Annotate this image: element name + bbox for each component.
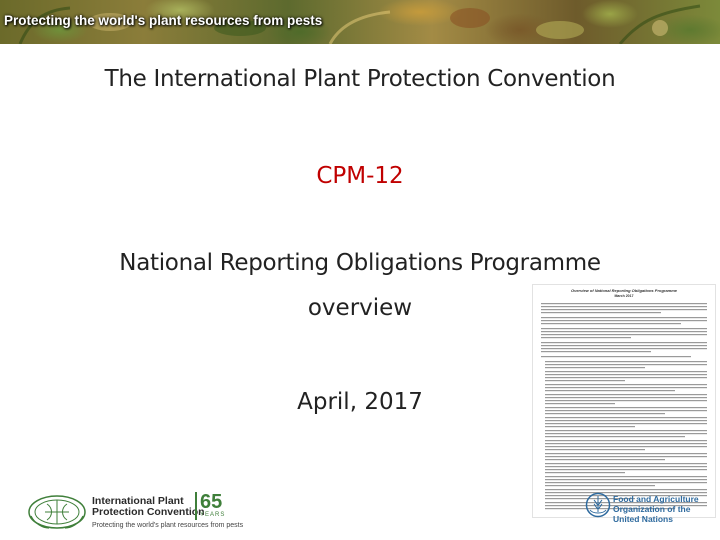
fao-name-line-3: United Nations — [613, 514, 673, 524]
anniversary-label: YEARS — [200, 512, 226, 518]
subtitle-line-1: National Reporting Obligations Programme — [119, 250, 601, 276]
ippc-name: International Plant Protection Conventio… — [92, 496, 205, 518]
document-thumbnail: Overview of National Reporting Obligatio… — [532, 284, 716, 518]
fao-name-line-1: Food and Agriculture — [613, 494, 699, 504]
ippc-emblem-icon — [28, 495, 86, 529]
ippc-name-line-2: Protection Convention — [92, 506, 205, 518]
document-text-lines — [541, 303, 707, 510]
banner-title: Protecting the world's plant resources f… — [4, 13, 323, 28]
fao-emblem-icon — [585, 492, 611, 518]
header-banner: Protecting the world's plant resources f… — [0, 0, 720, 44]
anniversary-number: 65 — [200, 491, 223, 513]
fao-name-line-2: Organization of the — [613, 504, 691, 514]
slide-title: The International Plant Protection Conve… — [104, 66, 616, 92]
ippc-anniversary-badge: 65 YEARS — [195, 492, 234, 520]
ippc-tagline: Protecting the world's plant resources f… — [92, 522, 244, 529]
fao-name: Food and Agriculture Organization of the… — [613, 494, 699, 524]
session-name: CPM-12 — [316, 163, 404, 189]
